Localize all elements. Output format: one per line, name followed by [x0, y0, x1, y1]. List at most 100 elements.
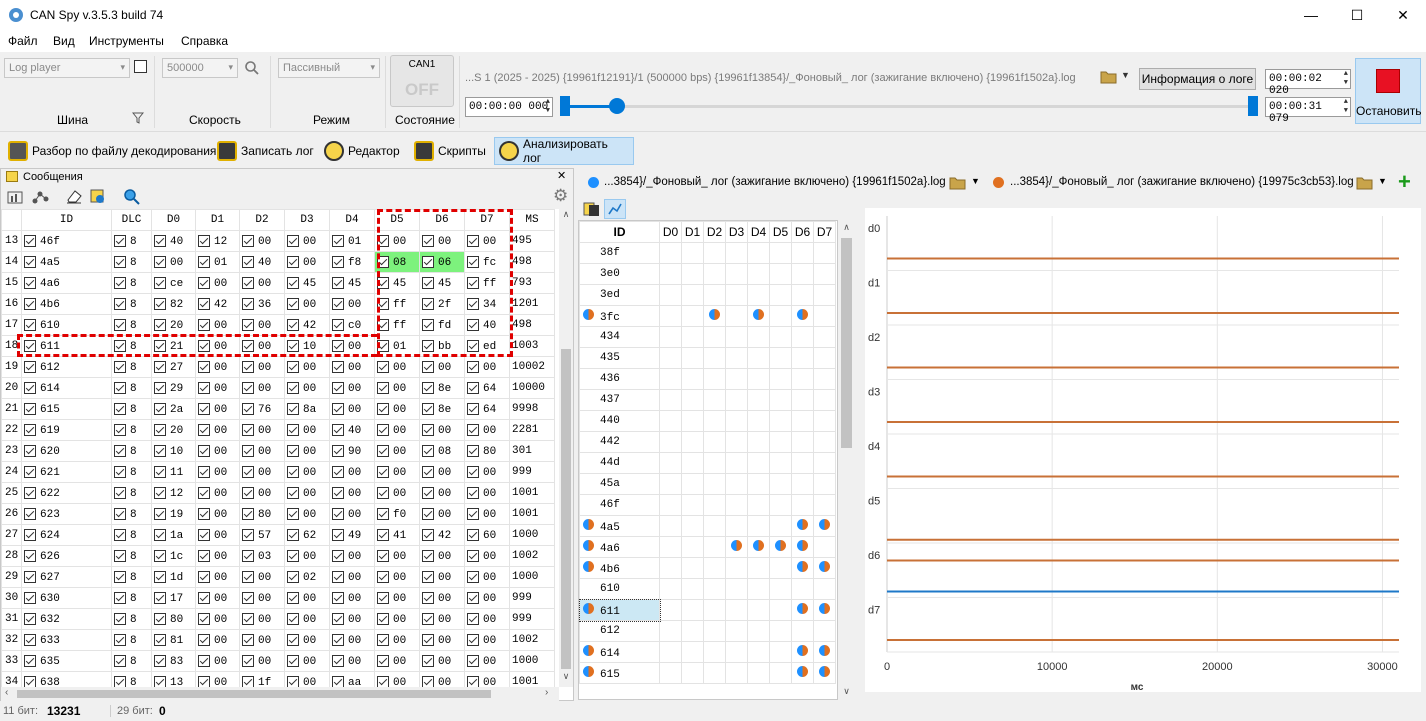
- checkbox[interactable]: [154, 675, 166, 687]
- checkbox[interactable]: [332, 444, 344, 457]
- byte-cell[interactable]: [725, 284, 748, 306]
- table-cell[interactable]: 12: [151, 482, 196, 504]
- byte-cell[interactable]: [703, 431, 726, 453]
- checkbox[interactable]: [198, 360, 210, 373]
- byte-cell[interactable]: [725, 641, 748, 663]
- checkbox[interactable]: [242, 633, 254, 646]
- checkbox[interactable]: [332, 612, 344, 625]
- table-cell[interactable]: 00: [284, 293, 330, 315]
- table-row[interactable]: 611: [579, 598, 836, 622]
- table-row[interactable]: 612: [579, 620, 836, 642]
- checkbox[interactable]: [114, 318, 126, 331]
- checkbox[interactable]: [467, 465, 479, 478]
- byte-cell[interactable]: [703, 242, 726, 264]
- checkbox[interactable]: [242, 276, 254, 289]
- table-cell[interactable]: 00: [284, 230, 330, 252]
- checkbox[interactable]: [467, 360, 479, 373]
- table-cell[interactable]: 8: [111, 251, 152, 273]
- table-cell[interactable]: 00: [374, 629, 420, 651]
- table-row[interactable]: 614: [579, 641, 836, 663]
- checkbox[interactable]: [198, 549, 210, 562]
- table-cell[interactable]: 00: [284, 356, 330, 378]
- byte-cell[interactable]: [791, 242, 814, 264]
- table-row[interactable]: 45a: [579, 473, 836, 495]
- table-row[interactable]: 27 624 8 1a 00 57 62 49 41 42 60 1000: [1, 524, 555, 546]
- id-cell[interactable]: 610: [579, 578, 660, 600]
- table-cell[interactable]: 00: [195, 503, 240, 525]
- table-cell[interactable]: 00: [464, 566, 510, 588]
- table-cell[interactable]: 00: [239, 608, 285, 630]
- table-cell[interactable]: 00: [374, 608, 420, 630]
- table-cell[interactable]: 00: [284, 587, 330, 609]
- scroll-thumb[interactable]: [841, 238, 852, 448]
- table-cell[interactable]: 00: [195, 272, 240, 294]
- byte-cell[interactable]: [747, 305, 770, 327]
- table-cell[interactable]: 00: [284, 671, 330, 687]
- id-cell[interactable]: 4a6: [579, 536, 660, 558]
- table-cell[interactable]: 2a: [151, 398, 196, 420]
- checkbox[interactable]: [332, 360, 344, 373]
- checkbox[interactable]: [377, 381, 389, 394]
- table-cell[interactable]: 00: [195, 356, 240, 378]
- table-cell[interactable]: 00: [329, 461, 375, 483]
- checkbox[interactable]: [287, 444, 299, 457]
- checkbox[interactable]: [287, 570, 299, 583]
- table-row[interactable]: 21 615 8 2a 00 76 8a 00 00 8e 64 9998: [1, 398, 555, 420]
- byte-cell[interactable]: [659, 431, 682, 453]
- table-cell[interactable]: 8e: [419, 398, 465, 420]
- checkbox[interactable]: [377, 402, 389, 415]
- byte-cell[interactable]: [725, 431, 748, 453]
- checkbox[interactable]: [467, 444, 479, 457]
- byte-cell[interactable]: [791, 662, 814, 684]
- byte-cell[interactable]: [725, 242, 748, 264]
- checkbox[interactable]: [287, 297, 299, 310]
- table-row[interactable]: 615: [579, 662, 836, 684]
- byte-cell[interactable]: [725, 410, 748, 432]
- checkbox[interactable]: [377, 633, 389, 646]
- byte-cell[interactable]: [659, 284, 682, 306]
- checkbox[interactable]: [377, 654, 389, 667]
- table-cell[interactable]: 00: [329, 587, 375, 609]
- id-cell[interactable]: 614: [579, 641, 660, 663]
- checkbox[interactable]: [198, 465, 210, 478]
- checkbox[interactable]: [287, 633, 299, 646]
- byte-cell[interactable]: [703, 620, 726, 642]
- checkbox[interactable]: [422, 633, 434, 646]
- checkbox[interactable]: [467, 675, 479, 687]
- table-cell[interactable]: 00: [284, 377, 330, 399]
- checkbox[interactable]: [24, 465, 36, 478]
- table-cell[interactable]: 00: [195, 314, 240, 336]
- table-cell[interactable]: 615: [21, 398, 112, 420]
- table-cell[interactable]: 00: [239, 566, 285, 588]
- table-cell[interactable]: 00: [374, 545, 420, 567]
- id-cell[interactable]: 434: [579, 326, 660, 348]
- checkbox[interactable]: [114, 675, 126, 687]
- table-row[interactable]: 434: [579, 326, 836, 348]
- checkbox[interactable]: [287, 507, 299, 520]
- checkbox[interactable]: [198, 402, 210, 415]
- checkbox[interactable]: [242, 234, 254, 247]
- speed-combo[interactable]: 500000 ▾: [162, 58, 238, 78]
- checkbox[interactable]: [467, 423, 479, 436]
- checkbox[interactable]: [24, 570, 36, 583]
- checkbox[interactable]: [242, 612, 254, 625]
- table-row[interactable]: 26 623 8 19 00 80 00 00 f0 00 00 1001: [1, 503, 555, 525]
- add-log-icon[interactable]: +: [1398, 169, 1411, 195]
- table-cell[interactable]: 00: [284, 482, 330, 504]
- checkbox[interactable]: [242, 465, 254, 478]
- table-cell[interactable]: 00: [374, 377, 420, 399]
- byte-cell[interactable]: [791, 389, 814, 411]
- table-row[interactable]: 3ed: [579, 284, 836, 306]
- column-header[interactable]: D2: [703, 221, 726, 243]
- checkbox[interactable]: [24, 549, 36, 562]
- column-header[interactable]: D4: [329, 209, 375, 231]
- column-header[interactable]: D2: [239, 209, 285, 231]
- checkbox[interactable]: [287, 654, 299, 667]
- byte-cell[interactable]: [725, 305, 748, 327]
- current-time-field[interactable]: 00:00:02 020 ▲ ▼: [1265, 69, 1351, 97]
- checkbox[interactable]: [154, 633, 166, 646]
- checkbox[interactable]: [198, 507, 210, 520]
- byte-cell[interactable]: [747, 410, 770, 432]
- byte-cell[interactable]: [659, 242, 682, 264]
- table-cell[interactable]: 8: [111, 629, 152, 651]
